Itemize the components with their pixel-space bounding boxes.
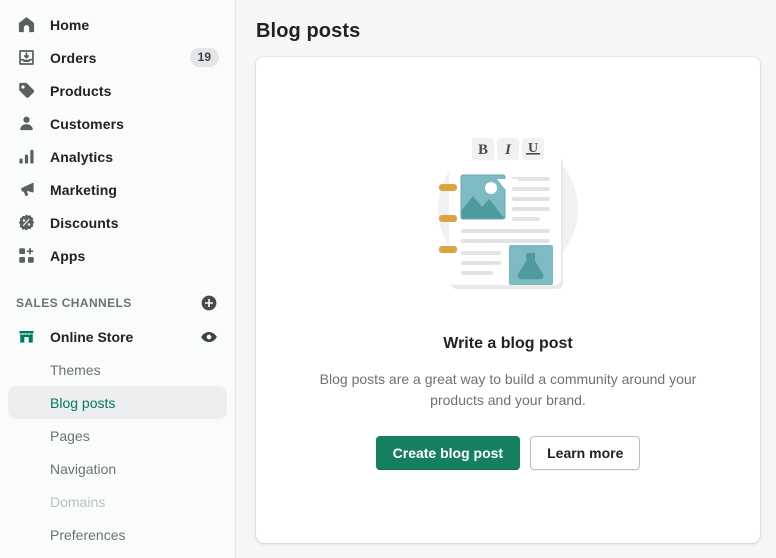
svg-text:B: B xyxy=(478,142,488,158)
learn-more-button[interactable]: Learn more xyxy=(530,436,641,470)
sidebar-item-domains: Domains xyxy=(8,485,227,518)
sub-item-label: Navigation xyxy=(50,460,117,477)
add-circle-icon[interactable] xyxy=(199,293,219,313)
main-content: Blog posts B I U Write a blog post Blog … xyxy=(236,0,776,558)
sub-item-label: Pages xyxy=(50,427,90,444)
sales-channels-header: SALES CHANNELS xyxy=(8,288,227,318)
orders-count-badge: 19 xyxy=(189,48,219,67)
sub-item-label: Domains xyxy=(50,493,106,510)
create-blog-post-button[interactable]: Create blog post xyxy=(375,436,521,470)
orders-icon xyxy=(16,48,36,68)
sidebar-item-label: Marketing xyxy=(50,181,118,198)
sidebar-item-products[interactable]: Products xyxy=(8,74,227,107)
blog-post-editor-illustration: B I U xyxy=(413,105,603,301)
sub-item-label: Preferences xyxy=(50,526,126,543)
sidebar-item-blog-posts[interactable]: Blog posts xyxy=(8,386,227,419)
sidebar-item-label: Products xyxy=(50,82,112,99)
apps-grid-plus-icon xyxy=(16,246,36,266)
sidebar-item-pages[interactable]: Pages xyxy=(8,419,227,452)
sidebar-item-discounts[interactable]: Discounts xyxy=(8,206,227,239)
sub-item-label: Themes xyxy=(50,361,101,378)
customers-person-icon xyxy=(16,114,36,134)
sidebar-item-label: Analytics xyxy=(50,148,114,165)
sidebar-item-analytics[interactable]: Analytics xyxy=(8,140,227,173)
sidebar-item-label: Customers xyxy=(50,115,125,132)
svg-text:I: I xyxy=(504,142,512,158)
sub-item-label: Blog posts xyxy=(50,394,116,411)
sidebar-item-preferences[interactable]: Preferences xyxy=(8,518,227,551)
sidebar-item-customers[interactable]: Customers xyxy=(8,107,227,140)
sidebar-item-orders[interactable]: Orders 19 xyxy=(8,41,227,74)
empty-state-heading: Write a blog post xyxy=(443,335,573,352)
marketing-megaphone-icon xyxy=(16,180,36,200)
sidebar-item-marketing[interactable]: Marketing xyxy=(8,173,227,206)
sidebar-item-apps[interactable]: Apps xyxy=(8,239,227,272)
sidebar-item-label: Apps xyxy=(50,247,86,264)
sidebar-item-home[interactable]: Home xyxy=(8,8,227,41)
discounts-percent-icon xyxy=(16,213,36,233)
empty-state-body: Blog posts are a great way to build a co… xyxy=(319,371,697,408)
products-tag-icon xyxy=(16,81,36,101)
page-title: Blog posts xyxy=(256,20,361,42)
app-root: Home Orders 19 Products Customers Analyt… xyxy=(0,0,776,558)
sidebar-item-label: Orders xyxy=(50,49,97,66)
online-store-icon xyxy=(16,327,36,347)
empty-state-actions: Create blog post Learn more xyxy=(375,436,641,470)
eye-icon[interactable] xyxy=(199,327,219,347)
sidebar-item-navigation[interactable]: Navigation xyxy=(8,452,227,485)
sidebar: Home Orders 19 Products Customers Analyt… xyxy=(0,0,236,558)
sidebar-item-label: Home xyxy=(50,16,90,33)
sales-channels-title: SALES CHANNELS xyxy=(16,296,132,310)
sidebar-item-label: Discounts xyxy=(50,214,119,231)
analytics-bar-chart-icon xyxy=(16,147,36,167)
channel-label: Online Store xyxy=(50,328,134,345)
sidebar-item-online-store[interactable]: Online Store xyxy=(8,320,227,353)
home-icon xyxy=(16,15,36,35)
empty-state-card: B I U Write a blog post Blog posts are a… xyxy=(256,57,760,543)
sidebar-item-themes[interactable]: Themes xyxy=(8,353,227,386)
